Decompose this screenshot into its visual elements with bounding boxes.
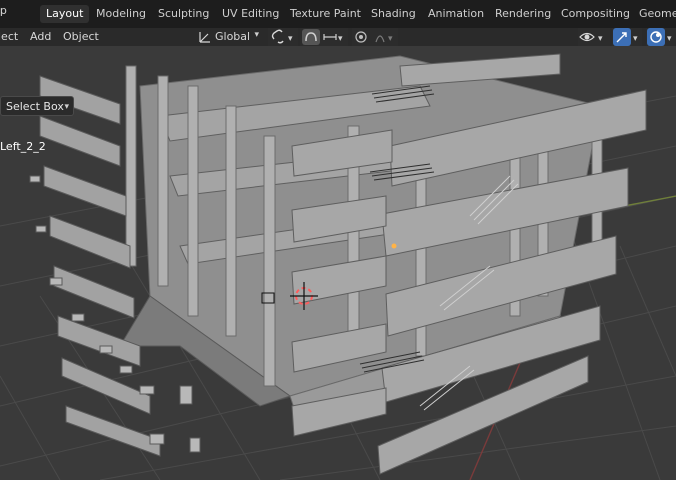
pivot-point-button[interactable]: ▾ xyxy=(268,28,298,46)
svg-text:▾: ▾ xyxy=(633,34,638,44)
gizmo-icon: ▾ xyxy=(613,28,638,46)
menu-object[interactable]: Object xyxy=(63,30,99,43)
snap-toggle[interactable]: ▾ xyxy=(300,28,348,46)
svg-text:▾: ▾ xyxy=(338,34,343,44)
tab-uv-editing[interactable]: UV Editing xyxy=(216,5,285,23)
proportional-editing-icon: ▾ xyxy=(355,31,393,44)
tab-rendering[interactable]: Rendering xyxy=(489,5,557,23)
header-toolbar: lect Add Object Global ▾ ▾ ▾ ▾ ▾ ▾ ▾ xyxy=(0,28,676,46)
link-icon: ▾ xyxy=(271,29,293,44)
viewport-scene xyxy=(0,53,676,480)
chevron-down-icon: ▾ xyxy=(254,30,259,40)
svg-text:▾: ▾ xyxy=(598,34,603,44)
tab-layout[interactable]: Layout xyxy=(40,5,90,23)
transform-orientation-label: Global xyxy=(215,30,251,43)
tab-modeling[interactable]: Modeling xyxy=(90,5,152,23)
top-menubar: elp Layout Modeling Sculpting UV Editing… xyxy=(0,0,676,28)
proportional-editing-toggle[interactable]: ▾ xyxy=(352,28,398,46)
menu-select[interactable]: lect xyxy=(0,30,18,43)
eye-icon: ▾ xyxy=(579,32,603,44)
visibility-toggle[interactable]: ▾ xyxy=(578,28,610,46)
snap-icon: ▾ xyxy=(302,29,343,45)
menu-add[interactable]: Add xyxy=(30,30,51,43)
tab-texture-paint[interactable]: Texture Paint xyxy=(284,5,367,23)
svg-text:▾: ▾ xyxy=(388,34,393,44)
tab-shading[interactable]: Shading xyxy=(365,5,422,23)
select-box-label: Select Box xyxy=(6,100,64,113)
svg-text:▾: ▾ xyxy=(667,34,672,44)
overlay-icon: ▾ xyxy=(647,28,672,46)
transform-orientation-select[interactable]: Global ▾ xyxy=(195,28,263,46)
select-box-dropdown[interactable]: Select Box ▾ xyxy=(0,96,74,116)
active-object-label: Left_2_2 xyxy=(0,140,46,153)
building-model[interactable] xyxy=(15,53,647,475)
tab-compositing[interactable]: Compositing xyxy=(555,5,636,23)
orientation-icon xyxy=(199,32,210,43)
3d-viewport[interactable]: Select Box ▾ Left_2_2 xyxy=(0,46,676,480)
object-origin xyxy=(391,243,397,249)
overlay-toggle[interactable]: ▾ xyxy=(646,28,676,46)
gizmo-toggle[interactable]: ▾ xyxy=(612,28,642,46)
chevron-down-icon: ▾ xyxy=(64,102,69,112)
tab-sculpting[interactable]: Sculpting xyxy=(152,5,215,23)
svg-text:▾: ▾ xyxy=(288,34,293,44)
tab-geometry[interactable]: Geomet xyxy=(633,5,676,23)
menu-help[interactable]: elp xyxy=(0,4,7,17)
tab-animation[interactable]: Animation xyxy=(422,5,490,23)
